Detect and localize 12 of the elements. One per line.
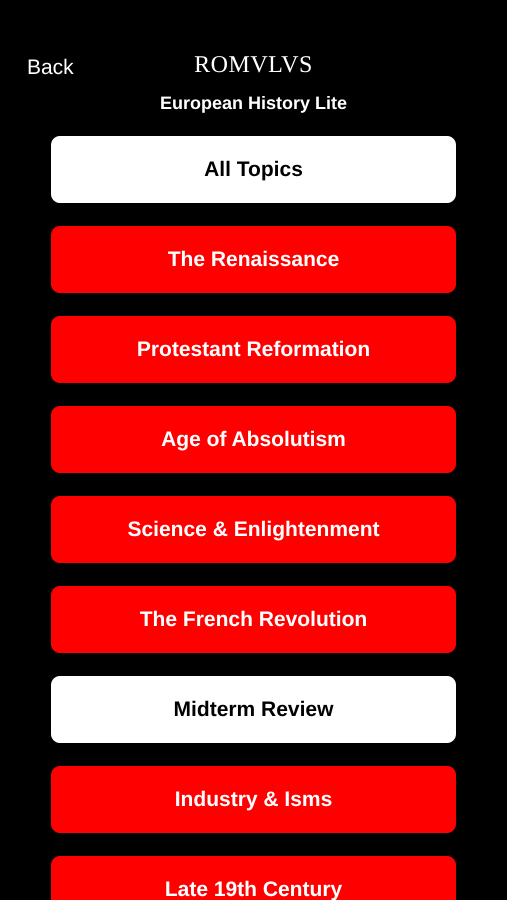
topic-button[interactable]: The French Revolution [51,586,456,653]
app-subtitle: European History Lite [160,93,348,113]
topic-button[interactable]: Age of Absolutism [51,406,456,473]
topic-button[interactable]: The Renaissance [51,226,456,293]
app-logo: ROMVLVS [194,52,313,78]
topic-button[interactable]: Science & Enlightenment [51,496,456,563]
topic-button[interactable]: Late 19th Century [51,856,456,900]
back-button[interactable]: Back [27,56,74,80]
topic-button[interactable]: Protestant Reformation [51,316,456,383]
topic-button[interactable]: Industry & Isms [51,766,456,833]
topic-button[interactable]: All Topics [51,136,456,203]
topic-button[interactable]: Midterm Review [51,676,456,743]
